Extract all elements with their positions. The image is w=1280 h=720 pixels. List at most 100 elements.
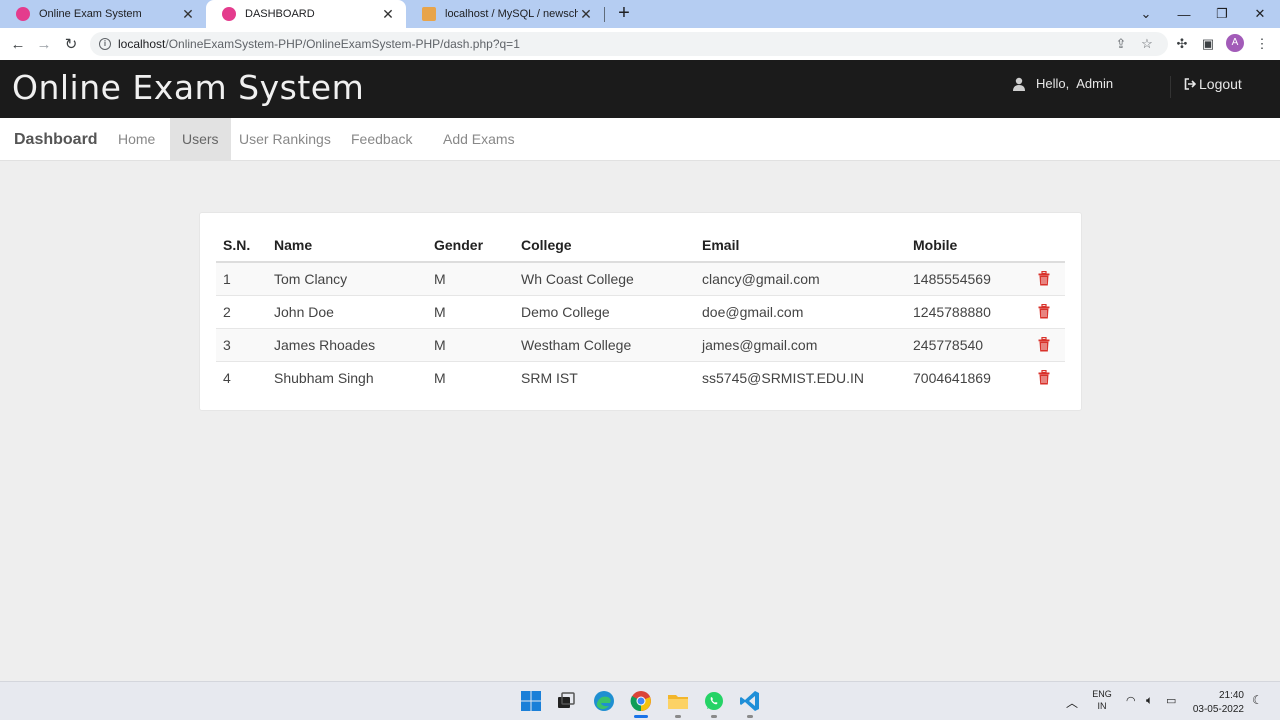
battery-icon[interactable]: ▭ bbox=[1166, 694, 1176, 720]
table-row: 3 James Rhoades M Westham College james@… bbox=[216, 327, 1065, 361]
tab-dashboard[interactable]: DASHBOARD ✕ bbox=[206, 0, 406, 28]
table-row: 2 John Doe M Demo College doe@gmail.com … bbox=[216, 294, 1065, 328]
table-row: 4 Shubham Singh M SRM IST ss5745@SRMIST.… bbox=[216, 360, 1065, 394]
column-header-mobile: Mobile bbox=[906, 229, 1027, 263]
delete-trash-icon[interactable] bbox=[1038, 271, 1050, 286]
header-divider bbox=[1170, 76, 1171, 98]
column-header-email: Email bbox=[695, 229, 906, 263]
nav-item-user-rankings[interactable]: User Rankings bbox=[227, 118, 343, 160]
site-title: Online Exam System bbox=[12, 68, 365, 107]
hello-label: Hello, bbox=[1036, 76, 1070, 91]
close-icon[interactable]: ✕ bbox=[578, 6, 594, 23]
cell-actions bbox=[1027, 261, 1065, 295]
nav-item-users[interactable]: Users bbox=[170, 118, 231, 160]
nav-item-home[interactable]: Home bbox=[106, 118, 167, 160]
cell-actions bbox=[1027, 327, 1065, 361]
cell-college: SRM IST bbox=[514, 360, 695, 394]
phpmyadmin-favicon-icon bbox=[422, 7, 436, 21]
browser-tab-strip: Online Exam System ✕ DASHBOARD ✕ localho… bbox=[0, 0, 1280, 28]
cell-sn: 4 bbox=[216, 360, 267, 394]
new-tab-button[interactable]: + bbox=[614, 3, 634, 23]
cell-actions bbox=[1027, 360, 1065, 394]
whatsapp-icon[interactable] bbox=[702, 689, 726, 713]
user-greeting: Hello, Admin bbox=[1012, 76, 1113, 91]
close-icon[interactable]: ✕ bbox=[180, 6, 196, 23]
cell-gender: M bbox=[427, 294, 514, 328]
cell-name: Tom Clancy bbox=[267, 261, 427, 295]
delete-trash-icon[interactable] bbox=[1038, 304, 1050, 319]
cell-gender: M bbox=[427, 261, 514, 295]
tab-divider bbox=[604, 7, 605, 22]
main-navbar: Dashboard Home Users User Rankings Feedb… bbox=[0, 118, 1280, 161]
exam-favicon-icon bbox=[222, 7, 236, 21]
tab-label: DASHBOARD bbox=[245, 8, 315, 20]
close-icon[interactable]: ✕ bbox=[380, 6, 396, 23]
forward-arrow-icon[interactable]: → bbox=[34, 34, 54, 54]
cell-mobile: 7004641869 bbox=[906, 360, 1027, 394]
url-host: localhost bbox=[118, 37, 166, 51]
volume-icon[interactable]: 🔈︎ bbox=[1146, 693, 1153, 720]
clock-date: 03-05-2022 bbox=[1192, 704, 1244, 715]
nav-item-feedback[interactable]: Feedback bbox=[339, 118, 424, 160]
language-indicator[interactable]: ENG IN bbox=[1090, 688, 1114, 720]
minimize-button[interactable]: — bbox=[1165, 0, 1203, 28]
nav-dashboard-brand[interactable]: Dashboard bbox=[14, 131, 98, 149]
cell-name: Shubham Singh bbox=[267, 360, 427, 394]
explorer-running-indicator bbox=[675, 715, 681, 718]
bookmark-star-icon[interactable]: ☆ bbox=[1140, 37, 1154, 51]
side-panel-icon[interactable]: ▣ bbox=[1200, 36, 1216, 52]
cell-email: clancy@gmail.com bbox=[695, 261, 906, 295]
column-header-name: Name bbox=[267, 229, 427, 263]
close-window-button[interactable]: ✕ bbox=[1241, 0, 1279, 28]
cell-college: Wh Coast College bbox=[514, 261, 695, 295]
user-name: Admin bbox=[1076, 76, 1114, 91]
back-arrow-icon[interactable]: ← bbox=[8, 34, 28, 54]
delete-trash-icon[interactable] bbox=[1038, 337, 1050, 352]
cell-name: John Doe bbox=[267, 294, 427, 328]
vscode-icon[interactable] bbox=[738, 689, 762, 713]
extensions-puzzle-icon[interactable]: ✣ bbox=[1174, 36, 1190, 52]
vscode-running-indicator bbox=[747, 715, 753, 718]
address-bar[interactable]: i localhost/OnlineExamSystem-PHP/OnlineE… bbox=[90, 32, 1168, 56]
file-explorer-icon[interactable] bbox=[666, 689, 690, 713]
system-clock[interactable]: 21:40 03-05-2022 bbox=[1188, 689, 1244, 717]
column-header-sn: S.N. bbox=[216, 229, 267, 263]
edge-browser-icon[interactable] bbox=[592, 689, 616, 713]
more-menu-icon[interactable]: ⋮ bbox=[1254, 36, 1270, 52]
logout-label: Logout bbox=[1199, 76, 1242, 92]
tab-phpmyadmin[interactable]: localhost / MySQL / newschema ✕ bbox=[406, 0, 604, 28]
chrome-browser-icon[interactable] bbox=[629, 689, 653, 713]
wifi-icon[interactable]: ◠ bbox=[1126, 694, 1136, 720]
cell-sn: 3 bbox=[216, 327, 267, 361]
tab-search-chevron-down-icon[interactable]: ⌄ bbox=[1127, 0, 1165, 28]
cell-sn: 1 bbox=[216, 261, 267, 295]
show-hidden-icons-chevron-up-icon[interactable]: ︿ bbox=[1066, 694, 1078, 720]
column-header-college: College bbox=[514, 229, 695, 263]
clock-time: 21:40 bbox=[1218, 690, 1244, 701]
tab-online-exam-system[interactable]: Online Exam System ✕ bbox=[0, 0, 206, 28]
logout-link[interactable]: Logout bbox=[1184, 76, 1242, 92]
language-region: IN bbox=[1097, 701, 1107, 711]
windows-taskbar: ︿ ENG IN ◠ 🔈︎ ▭ 21:40 03-05-2022 ☾ bbox=[0, 681, 1280, 720]
cell-email: doe@gmail.com bbox=[695, 294, 906, 328]
table-header-row: S.N. Name Gender College Email Mobile bbox=[216, 229, 1065, 263]
tab-label: Online Exam System bbox=[39, 8, 142, 20]
cell-email: ss5745@SRMIST.EDU.IN bbox=[695, 360, 906, 394]
maximize-button[interactable]: ❐ bbox=[1203, 0, 1241, 28]
delete-trash-icon[interactable] bbox=[1038, 370, 1050, 385]
users-table: S.N. Name Gender College Email Mobile 1 … bbox=[216, 229, 1065, 394]
reload-icon[interactable]: ↻ bbox=[61, 34, 81, 54]
cell-name: James Rhoades bbox=[267, 327, 427, 361]
cell-gender: M bbox=[427, 327, 514, 361]
share-icon[interactable]: ⇪ bbox=[1114, 37, 1128, 51]
browser-toolbar: ← → ↻ i localhost/OnlineExamSystem-PHP/O… bbox=[0, 28, 1280, 60]
windows-start-icon[interactable] bbox=[519, 689, 543, 713]
profile-avatar[interactable]: A bbox=[1226, 34, 1244, 52]
site-info-icon[interactable]: i bbox=[99, 38, 111, 50]
cell-actions bbox=[1027, 294, 1065, 328]
task-view-icon[interactable] bbox=[554, 689, 578, 713]
nav-item-add-exams[interactable]: Add Exams bbox=[431, 118, 527, 160]
logout-icon bbox=[1184, 78, 1196, 90]
cell-college: Demo College bbox=[514, 294, 695, 328]
notifications-moon-icon[interactable]: ☾ bbox=[1252, 693, 1263, 720]
